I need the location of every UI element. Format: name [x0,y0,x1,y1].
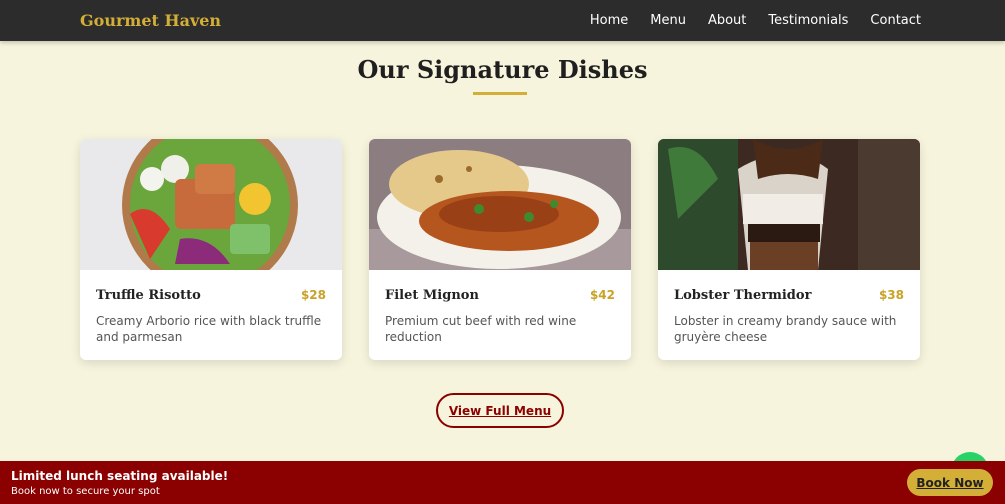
nav-links: Home Menu About Testimonials Contact [590,13,921,28]
nav-link-home[interactable]: Home [590,13,628,28]
dish-cards: Truffle Risotto $28 Creamy Arborio rice … [80,139,920,360]
lunch-promo-banner: Limited lunch seating available! Book no… [0,461,1005,504]
dish-name: Truffle Risotto [96,288,201,303]
dish-image-curry-plate [369,139,631,270]
banner-text: Limited lunch seating available! Book no… [11,469,228,497]
nav-link-testimonials[interactable]: Testimonials [768,13,848,28]
dish-name: Lobster Thermidor [674,288,812,303]
dish-description: Creamy Arborio rice with black truffle a… [96,314,322,344]
brand-logo[interactable]: Gourmet Haven [80,11,221,30]
dish-card-filet-mignon[interactable]: Filet Mignon $42 Premium cut beef with r… [369,139,631,360]
top-navbar: Gourmet Haven Home Menu About Testimonia… [0,0,1005,41]
dish-name: Filet Mignon [385,288,479,303]
title-underline [473,92,527,95]
book-now-button[interactable]: Book Now [907,469,993,496]
view-full-menu-button[interactable]: View Full Menu [436,393,564,428]
banner-title: Limited lunch seating available! [11,468,229,483]
dish-card-lobster-thermidor[interactable]: Lobster Thermidor $38 Lobster in creamy … [658,139,920,360]
dish-description: Lobster in creamy brandy sauce with gruy… [674,314,897,344]
nav-link-menu[interactable]: Menu [650,13,686,28]
dish-price: $28 [300,288,326,302]
dish-image-dessert-glass [658,139,920,270]
nav-link-contact[interactable]: Contact [870,13,921,28]
dish-description: Premium cut beef with red wine reduction [385,314,577,344]
dish-price: $42 [589,288,615,302]
section-title: Our Signature Dishes [357,55,648,84]
dish-card-truffle-risotto[interactable]: Truffle Risotto $28 Creamy Arborio rice … [80,139,342,360]
dish-image-salad-bowl [80,139,342,270]
nav-link-about[interactable]: About [708,13,746,28]
dish-price: $38 [878,288,904,302]
banner-subtitle: Book now to secure your spot [11,485,160,497]
